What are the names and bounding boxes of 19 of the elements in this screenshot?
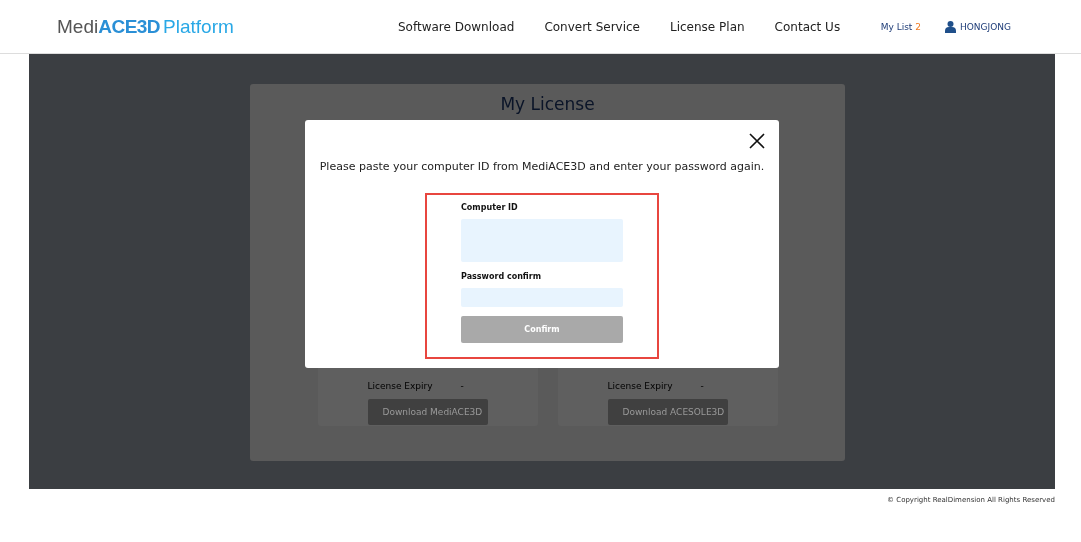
field-label: Computer ID bbox=[461, 203, 519, 212]
download-button[interactable]: Download MediACE3D bbox=[367, 399, 488, 425]
field-label: Password confirm bbox=[461, 272, 543, 281]
nav-link[interactable]: License Plan bbox=[670, 19, 745, 34]
nav-link[interactable]: Contact Us bbox=[774, 19, 841, 34]
user-name[interactable]: HONGJONG bbox=[960, 21, 1011, 32]
user-icon bbox=[945, 20, 956, 33]
field-label: License Expiry bbox=[367, 381, 433, 391]
page-title: My License bbox=[499, 94, 596, 114]
field-value: - bbox=[700, 381, 704, 391]
nav-link[interactable]: Convert Service bbox=[544, 19, 640, 34]
field-label: License Expiry bbox=[607, 381, 673, 391]
my-list-link[interactable]: My List 2 bbox=[880, 21, 921, 32]
field-value: - bbox=[460, 381, 464, 391]
instruction-text: Please paste your computer ID from MediACE3D and enter your password again. bbox=[318, 160, 766, 173]
site-logo[interactable]: MediACE3D Platform bbox=[57, 15, 357, 38]
nav-link[interactable]: Software Download bbox=[398, 19, 515, 34]
download-button[interactable]: Download ACESOLE3D bbox=[607, 399, 728, 425]
close-icon[interactable] bbox=[749, 133, 765, 149]
